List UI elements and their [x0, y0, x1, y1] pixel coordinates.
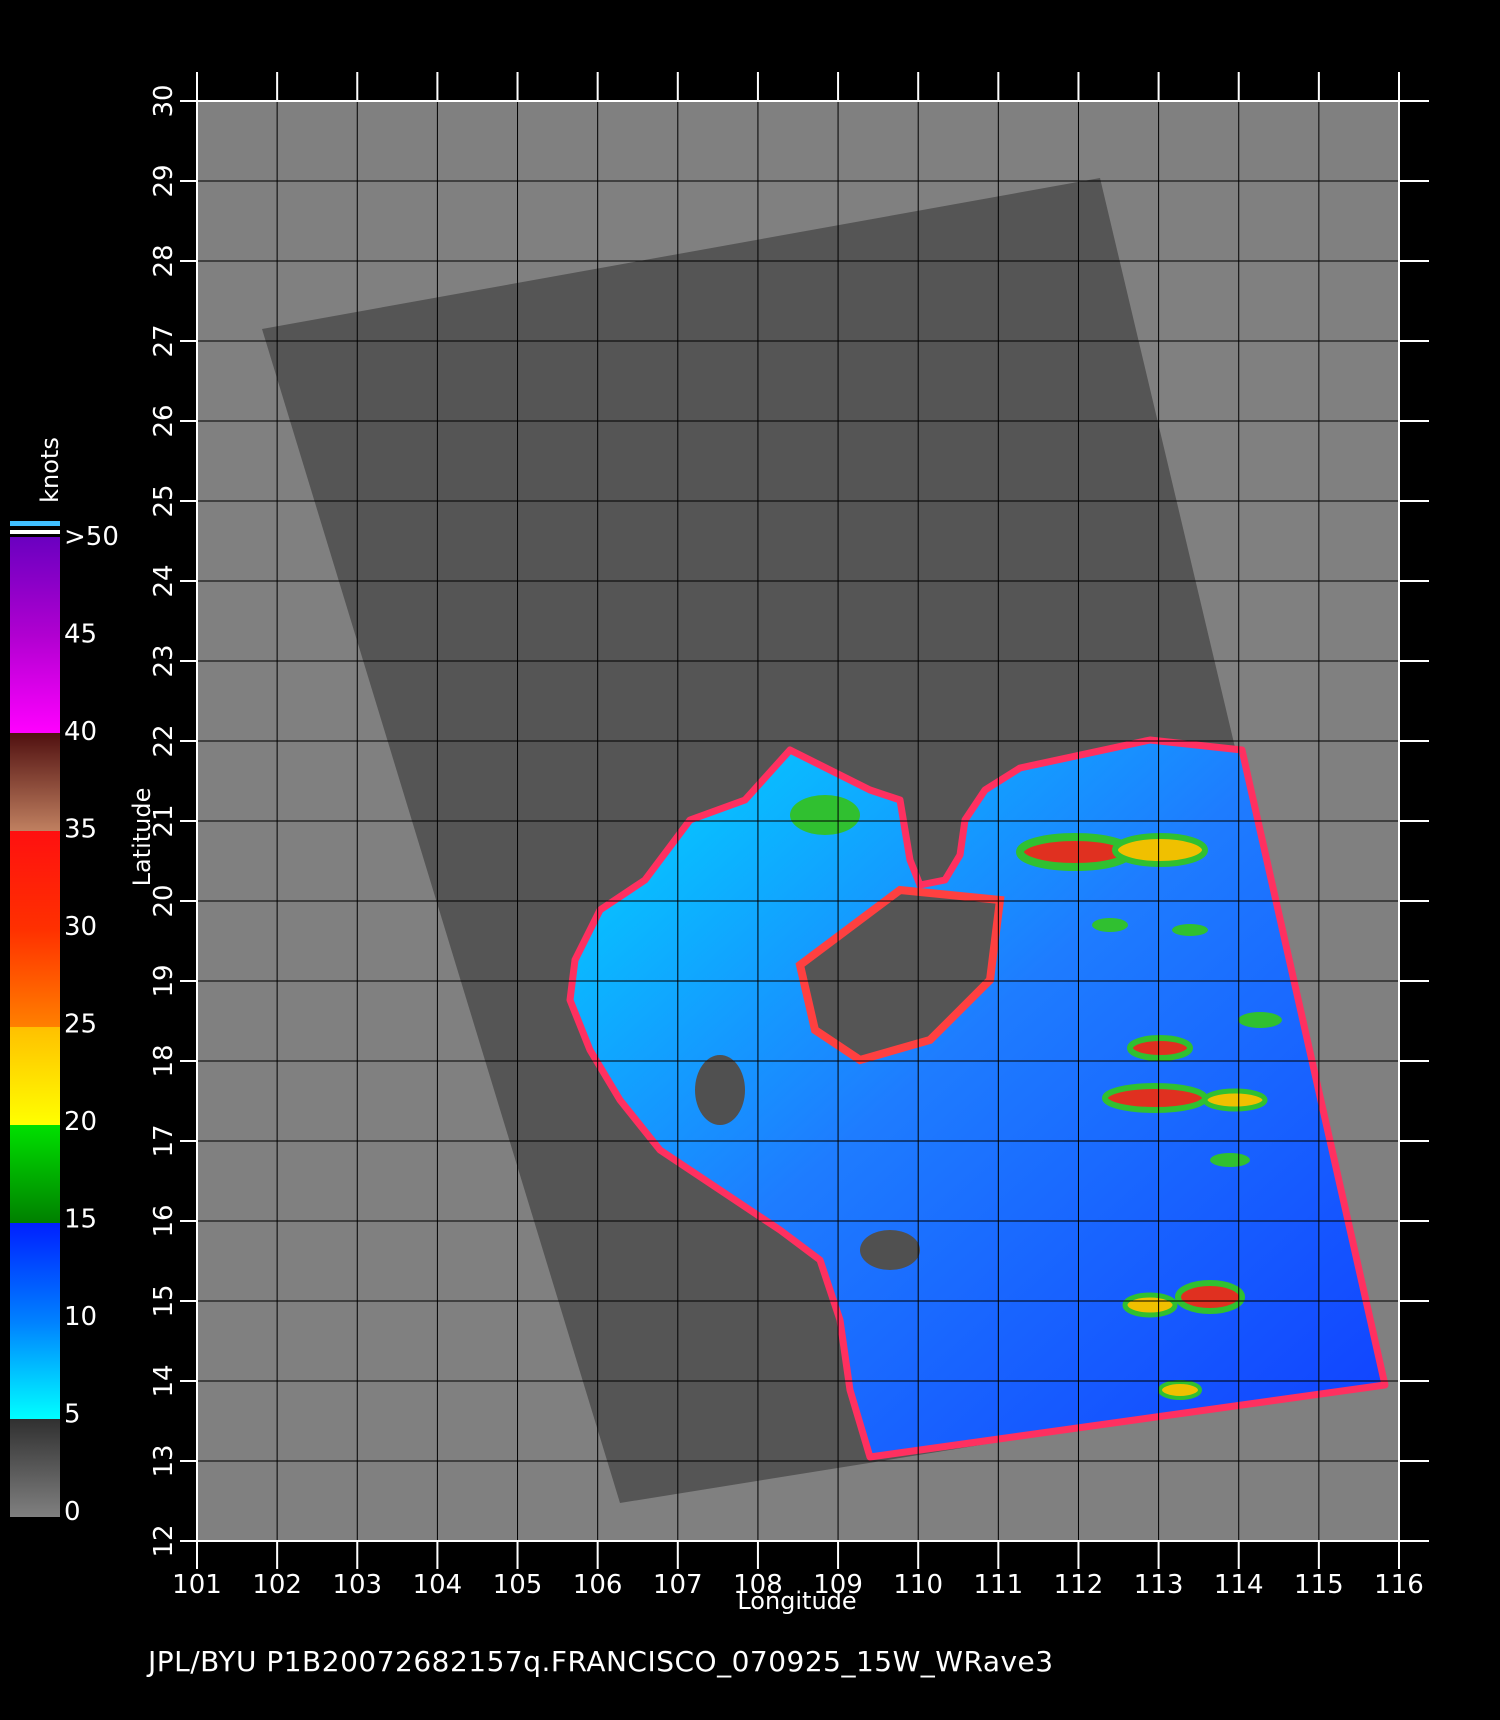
colorbar-title: knots — [36, 437, 64, 503]
colorbar-label: 5 — [64, 1400, 81, 1430]
x-tick-label: 114 — [1214, 1570, 1264, 1600]
x-tick-label: 111 — [974, 1570, 1024, 1600]
colorbar-label: 0 — [64, 1497, 81, 1527]
colorbar-label: 10 — [64, 1302, 97, 1332]
x-tick-label: 115 — [1294, 1570, 1344, 1600]
colorbar-label: 20 — [64, 1107, 97, 1137]
y-tick-label: 15 — [149, 1284, 179, 1317]
y-tick-label: 26 — [149, 404, 179, 437]
y-tick-label: 29 — [149, 164, 179, 197]
y-tick-label: 25 — [149, 484, 179, 517]
y-tick-label: 27 — [149, 324, 179, 357]
y-tick-label: 22 — [149, 724, 179, 757]
y-tick-label: 17 — [149, 1124, 179, 1157]
x-tick-label: 116 — [1374, 1570, 1424, 1600]
x-tick-label: 106 — [573, 1570, 623, 1600]
y-tick-label: 19 — [149, 964, 179, 997]
product-caption: JPL/BYU P1B20072682157q.FRANCISCO_070925… — [148, 1645, 1054, 1678]
x-tick-label: 112 — [1054, 1570, 1104, 1600]
y-tick-label: 23 — [149, 644, 179, 677]
x-tick-label: 101 — [172, 1570, 222, 1600]
colorbar-label: 40 — [64, 717, 97, 747]
y-tick-label: 28 — [149, 244, 179, 277]
y-tick-label: 16 — [149, 1204, 179, 1237]
colorbar-labels: >50 45 40 35 30 25 20 15 10 5 0 — [64, 522, 119, 1527]
y-tick-label: 30 — [149, 84, 179, 117]
x-tick-label: 105 — [493, 1570, 543, 1600]
colorbar-ramp — [10, 537, 60, 1517]
y-tick-label: 13 — [149, 1444, 179, 1477]
x-axis-title: Longitude — [737, 1587, 856, 1615]
y-axis-title: Latitude — [128, 788, 156, 887]
colorbar-cap — [10, 521, 60, 526]
colorbar-label: 30 — [64, 912, 97, 942]
wind-map: 101 102 103 104 105 106 107 108 109 110 111 112 113 1… — [10, 72, 1429, 1615]
x-tick-label: 110 — [893, 1570, 943, 1600]
x-tick-label: 102 — [252, 1570, 302, 1600]
x-tick-label: 103 — [332, 1570, 382, 1600]
y-tick-label: 18 — [149, 1044, 179, 1077]
colorbar-label: >50 — [64, 522, 119, 552]
x-tick-label: 104 — [413, 1570, 463, 1600]
y-tick-label: 14 — [149, 1364, 179, 1397]
y-tick-label: 12 — [149, 1524, 179, 1557]
colorbar-label: 45 — [64, 620, 97, 650]
x-tick-label: 107 — [653, 1570, 703, 1600]
colorbar-cap — [10, 530, 60, 534]
x-tick-label: 113 — [1134, 1570, 1184, 1600]
colorbar-label: 15 — [64, 1205, 97, 1235]
colorbar-label: 25 — [64, 1010, 97, 1040]
colorbar-label: 35 — [64, 815, 97, 845]
y-tick-label: 20 — [149, 884, 179, 917]
colorbar: knots >50 45 40 35 30 25 20 15 10 5 0 — [10, 437, 119, 1527]
y-tick-label: 24 — [149, 564, 179, 597]
